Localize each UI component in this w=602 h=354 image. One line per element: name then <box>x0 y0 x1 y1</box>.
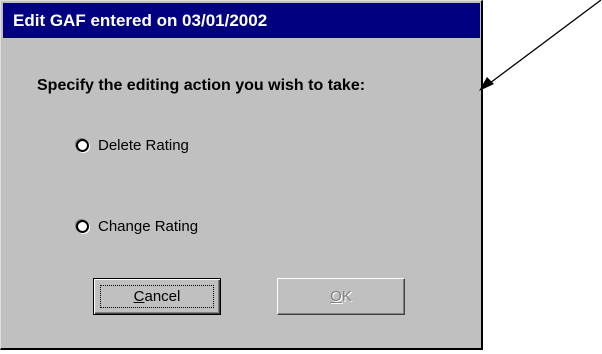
cancel-button-label: Cancel <box>134 288 181 305</box>
arrow-shaft <box>485 0 602 87</box>
delete-rating-radio[interactable] <box>76 139 89 152</box>
delete-rating-option[interactable]: Delete Rating <box>76 137 189 154</box>
cancel-accelerator: C <box>133 288 145 305</box>
cancel-button[interactable]: Cancel <box>93 278 221 315</box>
dialog-title-bar[interactable]: Edit GAF entered on 03/01/2002 <box>3 3 480 38</box>
ok-label-rest: K <box>341 288 352 305</box>
ok-accelerator: O <box>330 288 342 305</box>
arrow-head <box>479 77 494 91</box>
editing-action-prompt: Specify the editing action you wish to t… <box>37 77 366 94</box>
cancel-label-rest: ancel <box>144 288 181 305</box>
dialog-title: Edit GAF entered on 03/01/2002 <box>13 11 268 30</box>
change-rating-label[interactable]: Change Rating <box>98 218 198 235</box>
arrow-pointer-icon <box>479 0 602 91</box>
ok-button-label: OK <box>330 288 352 305</box>
change-rating-radio[interactable] <box>76 220 89 233</box>
delete-rating-label[interactable]: Delete Rating <box>98 137 189 154</box>
ok-button[interactable]: OK <box>277 278 405 315</box>
change-rating-option[interactable]: Change Rating <box>76 218 198 235</box>
stage: Edit GAF entered on 03/01/2002 Specify t… <box>0 0 602 354</box>
edit-gaf-dialog: Edit GAF entered on 03/01/2002 Specify t… <box>0 0 483 350</box>
